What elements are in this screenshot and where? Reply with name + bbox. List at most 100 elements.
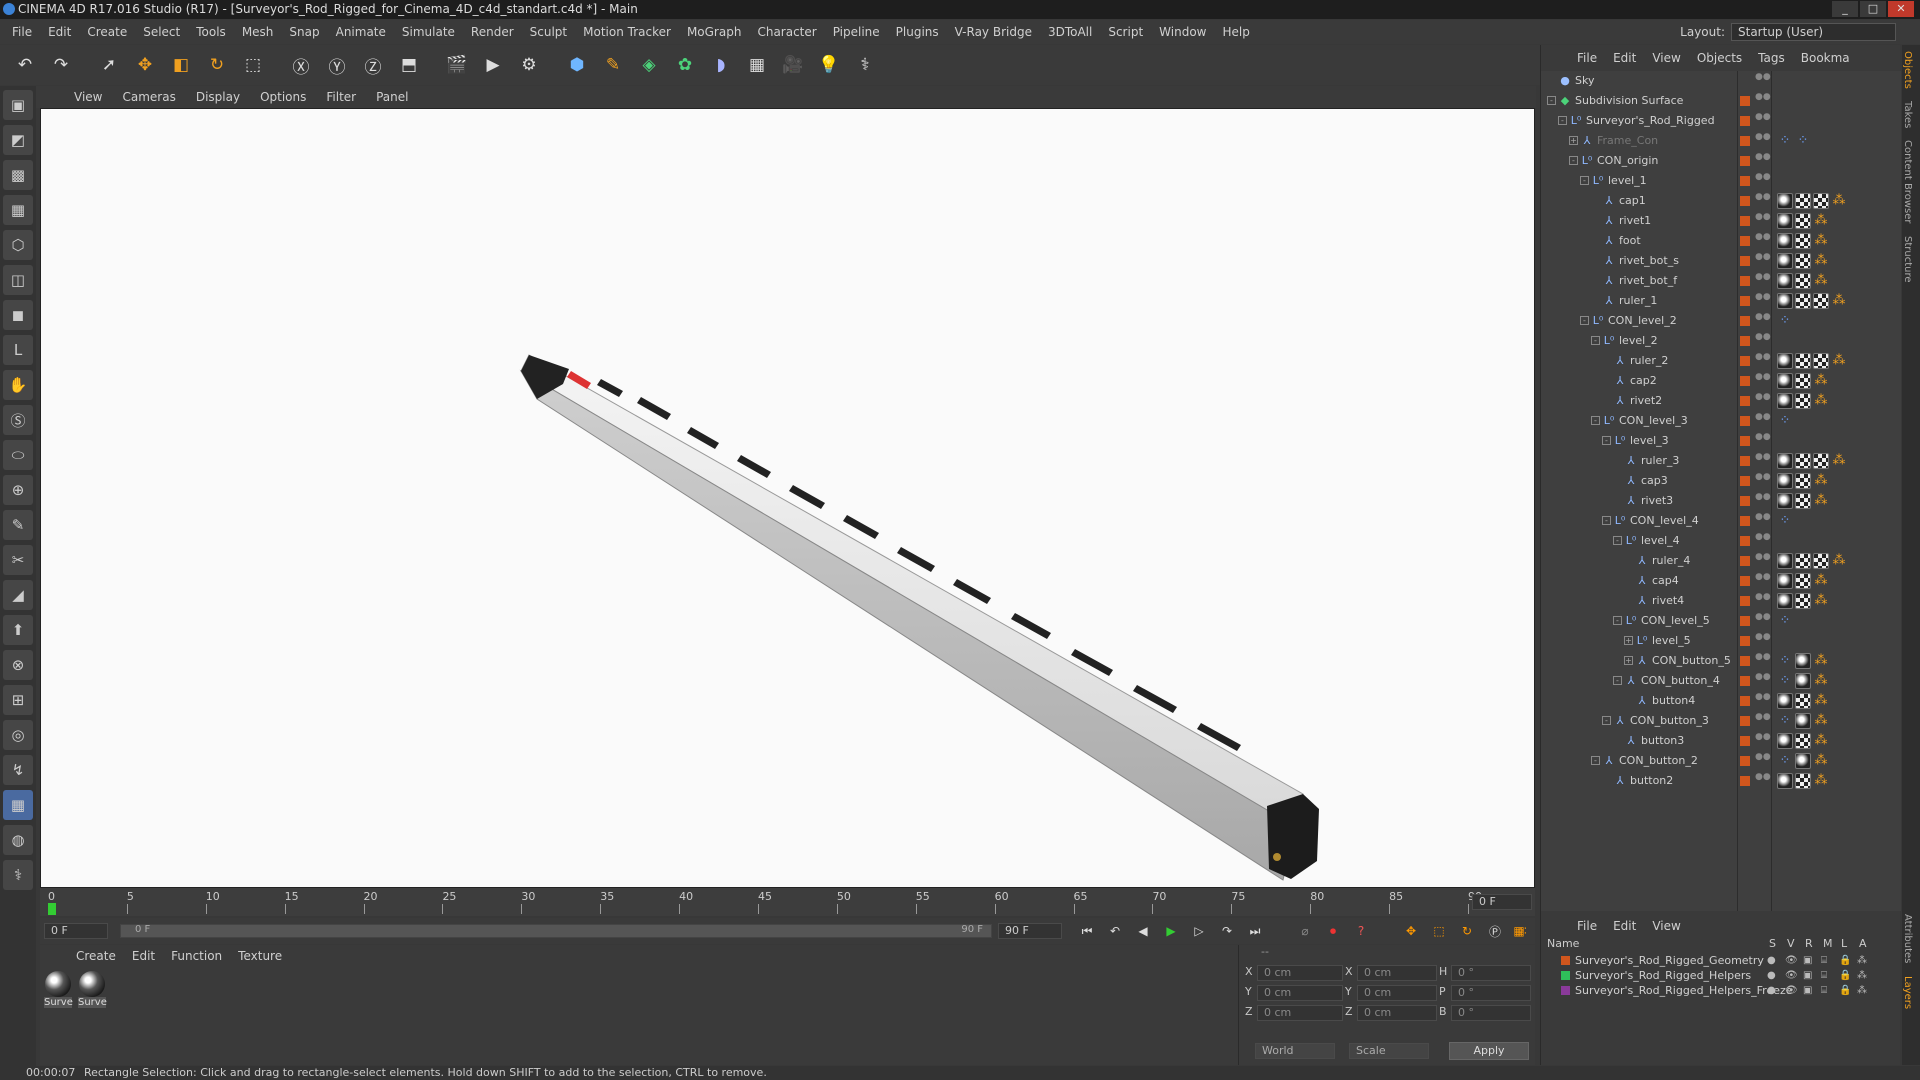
visibility-dots[interactable]: ●● [1755, 653, 1771, 668]
visibility-dots[interactable]: ●● [1755, 713, 1771, 728]
redo-icon[interactable]: ↷ [46, 50, 76, 80]
material-tag-icon[interactable] [1777, 573, 1793, 589]
visibility-dots[interactable]: ●● [1755, 313, 1771, 328]
playhead[interactable] [48, 903, 56, 915]
menu-mesh[interactable]: Mesh [234, 25, 282, 39]
layer-color-swatch[interactable] [1740, 516, 1750, 526]
layer-color-swatch[interactable] [1740, 276, 1750, 286]
visibility-dots[interactable]: ●● [1755, 153, 1771, 168]
material-item[interactable]: Surve [44, 971, 73, 1008]
layer-color-swatch[interactable] [1740, 396, 1750, 406]
ik-tag-icon[interactable]: ⁂ [1813, 713, 1829, 729]
layer-color-swatch[interactable] [1740, 536, 1750, 546]
layer-color-swatch[interactable] [1740, 596, 1750, 606]
object-row[interactable]: ⅄ ruler_2 ●● ⁂ [1541, 351, 1901, 371]
object-row[interactable]: - L⁰ level_1 ●● [1541, 171, 1901, 191]
layer-row[interactable]: Surveyor's_Rod_Rigged_Geometry ● 👁 ▣ ⌸ 🔒 ⁂ [1541, 953, 1901, 968]
menu-render[interactable]: Render [463, 25, 522, 39]
next-frame-icon[interactable]: ▷ [1188, 921, 1210, 941]
visibility-dots[interactable]: ●● [1755, 473, 1771, 488]
rect-selection-icon[interactable]: ⬚ [238, 50, 268, 80]
floor-icon[interactable]: ▦ [742, 50, 772, 80]
coord-rotation-field[interactable]: 0 ° [1451, 985, 1531, 1001]
y-axis-icon[interactable]: Ⓨ [322, 50, 352, 80]
render-view-icon[interactable]: 🎬 [442, 50, 472, 80]
xpresso-tag-icon[interactable]: ⁘ [1777, 673, 1793, 689]
visibility-dots[interactable]: ●● [1755, 373, 1771, 388]
ik-tag-icon[interactable]: ⁂ [1813, 653, 1829, 669]
layer-animation-icon[interactable]: ⁂ [1857, 968, 1867, 983]
layer-color-swatch[interactable] [1740, 376, 1750, 386]
live-selection-icon[interactable]: ➚ [94, 50, 124, 80]
layer-column-header[interactable]: Name [1547, 937, 1579, 950]
object-menu-file[interactable]: File [1569, 51, 1605, 65]
object-menu-tags[interactable]: Tags [1750, 51, 1793, 65]
layer-menu-edit[interactable]: Edit [1605, 919, 1644, 933]
layer-locked-icon[interactable]: 🔒 [1839, 968, 1851, 983]
visibility-dots[interactable]: ●● [1755, 333, 1771, 348]
coord-rotation-field[interactable]: 0 ° [1451, 965, 1531, 981]
ik-tag-icon[interactable]: ⁂ [1813, 473, 1829, 489]
layer-column-header[interactable]: S [1769, 937, 1776, 950]
coord-size-field[interactable]: 0 cm [1357, 985, 1437, 1001]
texture-tag-icon[interactable] [1795, 373, 1811, 389]
ik-tag-icon[interactable]: ⁂ [1813, 253, 1829, 269]
layer-color-swatch[interactable] [1740, 96, 1750, 106]
texture-tag-icon[interactable] [1795, 393, 1811, 409]
ik-tag-icon[interactable]: ⁂ [1831, 293, 1847, 309]
texture-tag-icon[interactable] [1813, 293, 1829, 309]
layer-manager-icon[interactable]: ⌸ [1821, 953, 1827, 968]
start-frame-field[interactable]: 0 F [44, 923, 108, 939]
layer-color-swatch[interactable] [1740, 176, 1750, 186]
keyframe-mode-icon[interactable]: ⌀ [1294, 921, 1316, 941]
render-settings-icon[interactable]: ⚙ [514, 50, 544, 80]
object-row[interactable]: - L⁰ Surveyor's_Rod_Rigged ●● [1541, 111, 1901, 131]
ik-tag-icon[interactable]: ⁂ [1831, 353, 1847, 369]
texture-tag-icon[interactable] [1795, 493, 1811, 509]
polygons-mode-icon[interactable]: ◼ [3, 300, 33, 330]
material-tag-icon[interactable] [1777, 273, 1793, 289]
object-row[interactable]: ⅄ foot ●● ⁂ [1541, 231, 1901, 251]
visibility-dots[interactable]: ●● [1755, 533, 1771, 548]
light-icon[interactable]: 💡 [814, 50, 844, 80]
layer-solo-icon[interactable]: ● [1767, 953, 1776, 968]
object-row[interactable]: - ⅄ CON_button_4 ●● ⁘ ⁂ [1541, 671, 1901, 691]
timeline-layout-icon[interactable]: ▦ [1508, 921, 1530, 941]
layer-color-swatch[interactable] [1740, 356, 1750, 366]
viewport-menu-display[interactable]: Display [186, 90, 250, 104]
coord-size-field[interactable]: 0 cm [1357, 1005, 1437, 1021]
visibility-dots[interactable]: ●● [1755, 393, 1771, 408]
layer-color-swatch[interactable] [1740, 156, 1750, 166]
viewport[interactable] [40, 108, 1535, 888]
xpresso-tag-icon[interactable]: ⁘ [1777, 653, 1793, 669]
texture-tag-icon[interactable] [1795, 453, 1811, 469]
points-mode-icon[interactable]: ⬡ [3, 230, 33, 260]
coord-position-field[interactable]: 0 cm [1257, 985, 1343, 1001]
visibility-dots[interactable]: ●● [1755, 433, 1771, 448]
material-tag-icon[interactable] [1795, 653, 1811, 669]
texture-tag-icon[interactable] [1813, 453, 1829, 469]
texture-tag-icon[interactable] [1813, 353, 1829, 369]
solo-icon[interactable]: Ⓢ [3, 405, 33, 435]
move-icon[interactable]: ✥ [130, 50, 160, 80]
ik-tag-icon[interactable]: ⁂ [1813, 493, 1829, 509]
edges-mode-icon[interactable]: ◫ [3, 265, 33, 295]
object-row[interactable]: ⅄ cap1 ●● ⁂ [1541, 191, 1901, 211]
object-row[interactable]: ⅄ button3 ●● ⁂ [1541, 731, 1901, 751]
visibility-dots[interactable]: ●● [1755, 453, 1771, 468]
texture-tag-icon[interactable] [1795, 773, 1811, 789]
ik-tag-icon[interactable]: ⁂ [1813, 753, 1829, 769]
visibility-dots[interactable]: ●● [1755, 273, 1771, 288]
object-menu-bookma[interactable]: Bookma [1793, 51, 1858, 65]
object-row[interactable]: - L⁰ CON_level_2 ●● ⁘ [1541, 311, 1901, 331]
coord-position-field[interactable]: 0 cm [1257, 965, 1343, 981]
object-menu-objects[interactable]: Objects [1689, 51, 1750, 65]
material-menu-texture[interactable]: Texture [230, 949, 290, 963]
object-row[interactable]: ⅄ cap3 ●● ⁂ [1541, 471, 1901, 491]
texture-tag-icon[interactable] [1795, 553, 1811, 569]
close-button[interactable]: ✕ [1888, 1, 1914, 17]
record-icon[interactable]: ⏺ [1322, 921, 1344, 941]
layer-color-swatch[interactable] [1740, 436, 1750, 446]
layer-color-swatch[interactable] [1740, 676, 1750, 686]
snap-icon[interactable]: ⬭ [3, 440, 33, 470]
